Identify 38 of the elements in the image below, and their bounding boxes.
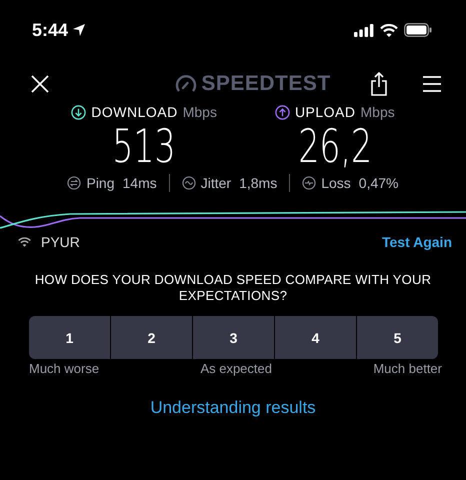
stat-value: 0,47% [358, 175, 398, 191]
loss-icon [302, 176, 316, 190]
result-unit: Mbps [360, 104, 395, 120]
wifi-icon [18, 237, 31, 247]
scale-label: As expected [200, 361, 272, 376]
understanding-results-link[interactable]: Understanding results [150, 398, 316, 418]
test-again-link[interactable]: Test Again [382, 234, 452, 250]
scale-label: Much worse [29, 361, 100, 376]
result-value: 26,2 [298, 120, 372, 172]
scale-label: Much better [373, 361, 442, 376]
battery-icon [404, 23, 432, 37]
stat-label: Jitter [200, 175, 232, 191]
jitter-icon [182, 176, 196, 190]
result-label: DOWNLOAD [91, 104, 178, 120]
ping-icon [67, 176, 82, 190]
gauge-icon [175, 75, 198, 93]
network-name: PYUR [41, 234, 80, 250]
stat-value: 1,8ms [239, 175, 278, 191]
wifi-icon [380, 24, 398, 36]
close-icon[interactable] [30, 74, 50, 94]
status-time: 5:44 [32, 20, 68, 40]
location-arrow-icon [72, 23, 86, 37]
result-value: 513 [112, 120, 176, 172]
result-label: UPLOAD [294, 104, 356, 120]
signal-icon [354, 24, 374, 36]
rating-button[interactable]: 5 [357, 316, 438, 359]
rating-button[interactable]: 2 [111, 316, 192, 359]
survey-question: HOW DOES YOUR DOWNLOAD SPEED COMPARE WITH YOUR EXPECTATIONS? [34, 272, 432, 304]
stat-label: Ping [86, 175, 115, 191]
stat-label: Loss [321, 175, 351, 191]
rating-button[interactable]: 4 [275, 316, 356, 359]
share-icon[interactable] [370, 72, 388, 96]
logo-text: SPEEDTEST [201, 72, 331, 96]
menu-icon[interactable] [422, 75, 442, 93]
rating-button[interactable]: 3 [193, 316, 274, 359]
result-unit: Mbps [182, 104, 217, 120]
stat-value: 14ms [122, 175, 157, 191]
rating-button[interactable]: 1 [29, 316, 110, 359]
